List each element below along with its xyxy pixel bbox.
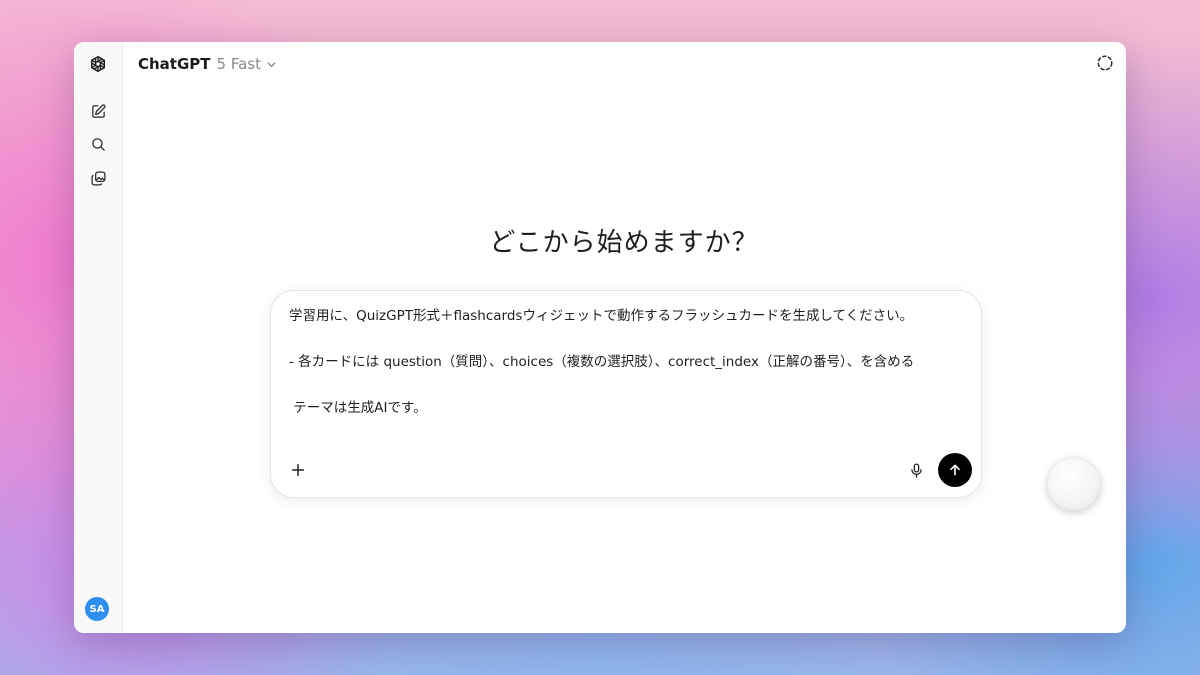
microphone-icon — [910, 462, 922, 478]
page-headline: どこから始めますか？ — [489, 228, 759, 258]
chatgpt-window: SA ChatGPT 5 Fast どこから始めますか？ 学習用に、QuizGP… — [74, 42, 1126, 633]
edit-icon — [91, 103, 106, 118]
library-button[interactable] — [86, 166, 110, 190]
openai-logo-icon[interactable] — [86, 52, 110, 76]
floating-assistant-bubble[interactable] — [1047, 457, 1101, 511]
message-composer: 学習用に、QuizGPT形式＋flashcardsウィジェットで動作するフラッシ… — [270, 290, 982, 498]
search-icon — [91, 137, 105, 151]
attach-button[interactable] — [287, 459, 309, 481]
dictate-button[interactable] — [905, 459, 927, 481]
model-selector[interactable]: ChatGPT 5 Fast — [138, 53, 277, 75]
plus-icon — [292, 464, 304, 476]
dashed-circle-icon — [1097, 55, 1113, 71]
prompt-input[interactable]: 学習用に、QuizGPT形式＋flashcardsウィジェットで動作するフラッシ… — [289, 305, 961, 420]
model-variant: 5 Fast — [216, 55, 261, 73]
new-chat-button[interactable] — [86, 99, 110, 123]
arrow-up-icon — [950, 464, 960, 476]
search-chats-button[interactable] — [86, 132, 110, 156]
images-icon — [90, 170, 106, 186]
chevron-down-icon — [266, 59, 277, 70]
send-button[interactable] — [938, 453, 972, 487]
temporary-chat-button[interactable] — [1096, 54, 1114, 72]
sidebar: SA — [74, 42, 123, 633]
desktop-background: SA ChatGPT 5 Fast どこから始めますか？ 学習用に、QuizGP… — [0, 0, 1200, 675]
user-avatar[interactable]: SA — [85, 597, 109, 621]
app-name: ChatGPT — [138, 55, 211, 73]
